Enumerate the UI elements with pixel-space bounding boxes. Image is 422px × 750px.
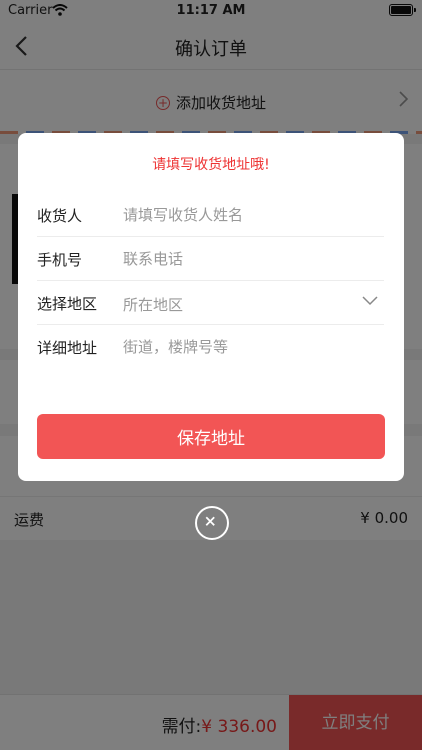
- recipient-input[interactable]: [123, 201, 363, 229]
- region-label: 选择地区: [37, 295, 98, 313]
- detail-address-field: 详细地址: [37, 325, 384, 369]
- detail-address-input[interactable]: [123, 333, 363, 361]
- detail-address-label: 详细地址: [37, 339, 98, 357]
- recipient-label: 收货人: [37, 207, 83, 225]
- phone-label: 手机号: [37, 251, 83, 269]
- close-icon[interactable]: [195, 506, 229, 540]
- chevron-down-icon: [362, 296, 378, 306]
- region-select[interactable]: 所在地区: [123, 294, 183, 315]
- save-address-button[interactable]: 保存地址: [37, 414, 385, 459]
- modal-heading: 请填写收货地址哦!: [152, 157, 270, 173]
- region-field[interactable]: 选择地区 所在地区: [37, 281, 384, 325]
- address-modal: 请填写收货地址哦! 收货人 手机号 选择地区 所在地区 详细地址 保存地址: [18, 133, 404, 481]
- phone-input[interactable]: [123, 245, 363, 273]
- phone-field: 手机号: [37, 237, 384, 281]
- recipient-field: 收货人: [37, 193, 384, 237]
